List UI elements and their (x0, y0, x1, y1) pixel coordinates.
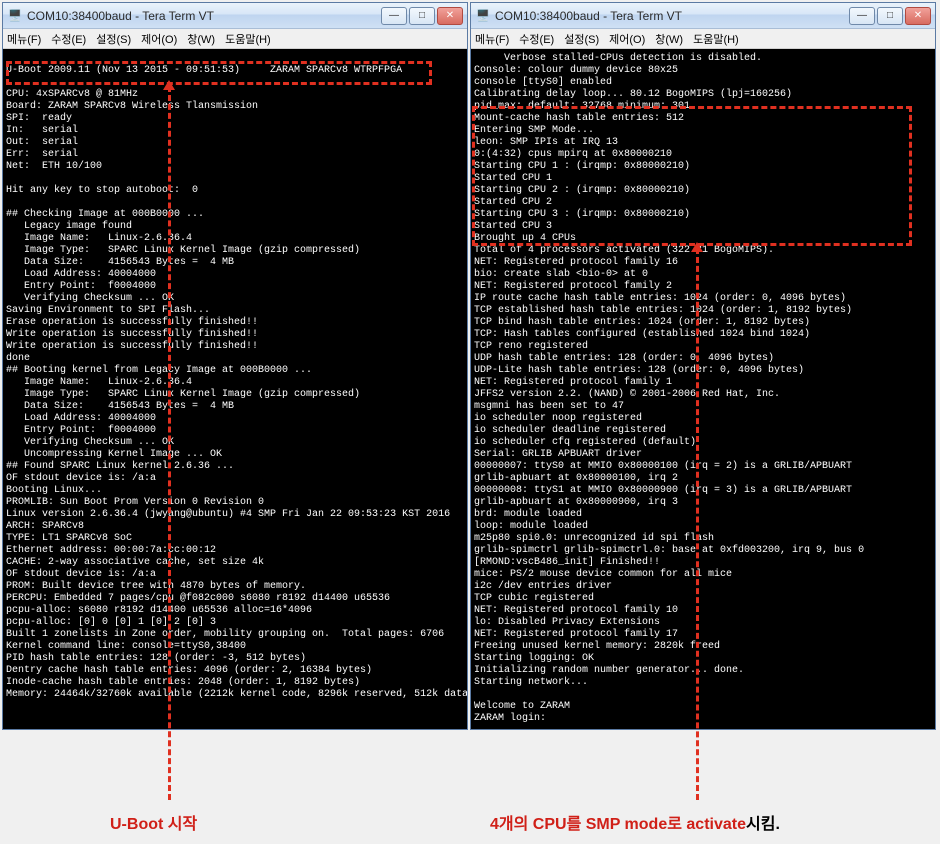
menu-control[interactable]: 제어(O) (609, 31, 645, 47)
caption-smp-activate: 4개의 CPU를 SMP mode로 activate시킴. (490, 810, 780, 834)
window-title-left: COM10:38400baud - Tera Term VT (27, 9, 381, 23)
minimize-button[interactable]: — (381, 7, 407, 25)
caption-uboot-start: U-Boot 시작 (110, 810, 197, 834)
menu-edit[interactable]: 수정(E) (51, 31, 86, 47)
menu-window[interactable]: 창(W) (187, 31, 215, 47)
menu-control[interactable]: 제어(O) (141, 31, 177, 47)
menubar-right: 메뉴(F) 수정(E) 설정(S) 제어(O) 창(W) 도움말(H) (471, 29, 935, 49)
window-title-right: COM10:38400baud - Tera Term VT (495, 9, 849, 23)
menu-file[interactable]: 메뉴(F) (7, 31, 41, 47)
caption-red-text: 4개의 CPU를 SMP mode로 activate (490, 816, 746, 833)
menu-setup[interactable]: 설정(S) (564, 31, 599, 47)
tera-term-window-right: 🖥️ COM10:38400baud - Tera Term VT — □ ✕ … (470, 2, 936, 730)
window-controls-left: — □ ✕ (381, 7, 463, 25)
close-button[interactable]: ✕ (437, 7, 463, 25)
menu-edit[interactable]: 수정(E) (519, 31, 554, 47)
tera-term-window-left: 🖥️ COM10:38400baud - Tera Term VT — □ ✕ … (2, 2, 468, 730)
terminal-output-right[interactable]: Verbose stalled-CPUs detection is disabl… (471, 49, 935, 729)
menu-setup[interactable]: 설정(S) (96, 31, 131, 47)
titlebar-right[interactable]: 🖥️ COM10:38400baud - Tera Term VT — □ ✕ (471, 3, 935, 29)
app-icon: 🖥️ (7, 8, 23, 24)
caption-black-text: 시킴. (746, 816, 780, 833)
app-icon: 🖥️ (475, 8, 491, 24)
maximize-button[interactable]: □ (409, 7, 435, 25)
close-button[interactable]: ✕ (905, 7, 931, 25)
titlebar-left[interactable]: 🖥️ COM10:38400baud - Tera Term VT — □ ✕ (3, 3, 467, 29)
terminal-output-left[interactable]: U-Boot 2009.11 (Nov 13 2015 - 09:51:53) … (3, 49, 467, 729)
menu-window[interactable]: 창(W) (655, 31, 683, 47)
menu-file[interactable]: 메뉴(F) (475, 31, 509, 47)
menubar-left: 메뉴(F) 수정(E) 설정(S) 제어(O) 창(W) 도움말(H) (3, 29, 467, 49)
window-controls-right: — □ ✕ (849, 7, 931, 25)
maximize-button[interactable]: □ (877, 7, 903, 25)
menu-help[interactable]: 도움말(H) (693, 31, 739, 47)
menu-help[interactable]: 도움말(H) (225, 31, 271, 47)
minimize-button[interactable]: — (849, 7, 875, 25)
